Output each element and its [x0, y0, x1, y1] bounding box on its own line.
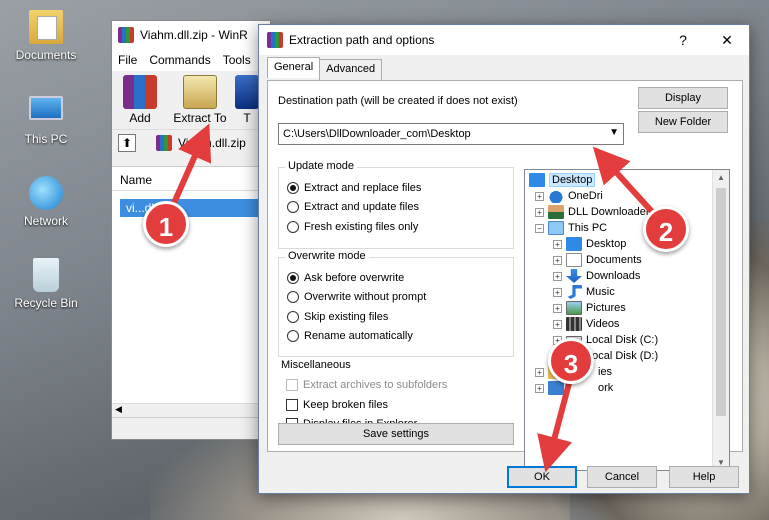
arrow-to-desktop	[592, 146, 658, 218]
step-callout-3: 3	[548, 338, 594, 384]
step-callout-1: 1	[143, 201, 189, 247]
arrow-to-extract-to	[167, 123, 212, 214]
arrow-to-ok	[537, 371, 575, 473]
step-callout-2: 2	[643, 206, 689, 252]
tutorial-arrows	[167, 123, 658, 473]
tab-general[interactable]: General	[267, 57, 321, 78]
